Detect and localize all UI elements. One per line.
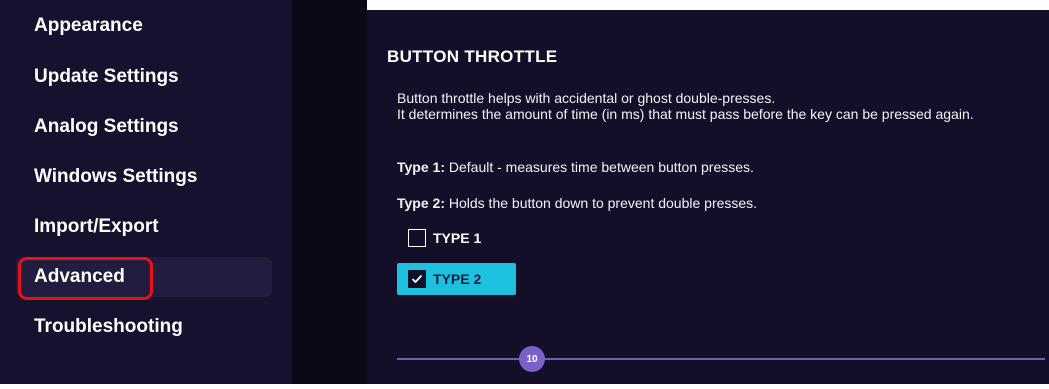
- throttle-slider-track[interactable]: [397, 358, 1045, 360]
- sidebar-item-appearance[interactable]: Appearance: [16, 6, 272, 46]
- sidebar-item-troubleshooting[interactable]: Troubleshooting: [16, 307, 272, 347]
- settings-content: BUTTON THROTTLE Button throttle helps wi…: [367, 10, 1049, 384]
- type1-description-label: Type 1:: [397, 159, 445, 175]
- description-line-1: Button throttle helps with accidental or…: [397, 90, 776, 106]
- settings-sidebar: Appearance Update Settings Analog Settin…: [0, 0, 292, 384]
- type1-checkbox[interactable]: TYPE 1: [397, 222, 481, 254]
- type2-description: Type 2: Holds the button down to prevent…: [397, 195, 1017, 211]
- type2-checkbox-label: TYPE 2: [433, 271, 482, 287]
- type1-checkbox-label: TYPE 1: [433, 230, 482, 246]
- type2-checkbox[interactable]: TYPE 2: [397, 263, 516, 295]
- sidebar-item-advanced[interactable]: Advanced: [16, 257, 272, 297]
- type1-checkbox-box: [408, 229, 426, 247]
- check-icon: [411, 274, 423, 284]
- type2-checkbox-box: [408, 270, 426, 288]
- sidebar-item-import-export[interactable]: Import/Export: [16, 207, 272, 247]
- panel-divider: [292, 0, 367, 384]
- sidebar-item-windows-settings[interactable]: Windows Settings: [16, 157, 272, 197]
- section-title: BUTTON THROTTLE: [387, 47, 558, 66]
- app-window: Appearance Update Settings Analog Settin…: [0, 0, 1049, 389]
- throttle-slider-thumb[interactable]: 10: [519, 346, 545, 372]
- type1-description: Type 1: Default - measures time between …: [397, 159, 1017, 175]
- type2-description-label: Type 2:: [397, 195, 445, 211]
- throttle-slider-value: 10: [526, 353, 538, 365]
- type1-description-text: Default - measures time between button p…: [444, 159, 754, 175]
- description-line-2: It determines the amount of time (in ms)…: [397, 106, 974, 122]
- sidebar-item-update-settings[interactable]: Update Settings: [16, 57, 272, 97]
- type2-description-text: Holds the button down to prevent double …: [444, 195, 758, 211]
- section-description: Button throttle helps with accidental or…: [397, 90, 1017, 122]
- sidebar-item-analog-settings[interactable]: Analog Settings: [16, 107, 272, 147]
